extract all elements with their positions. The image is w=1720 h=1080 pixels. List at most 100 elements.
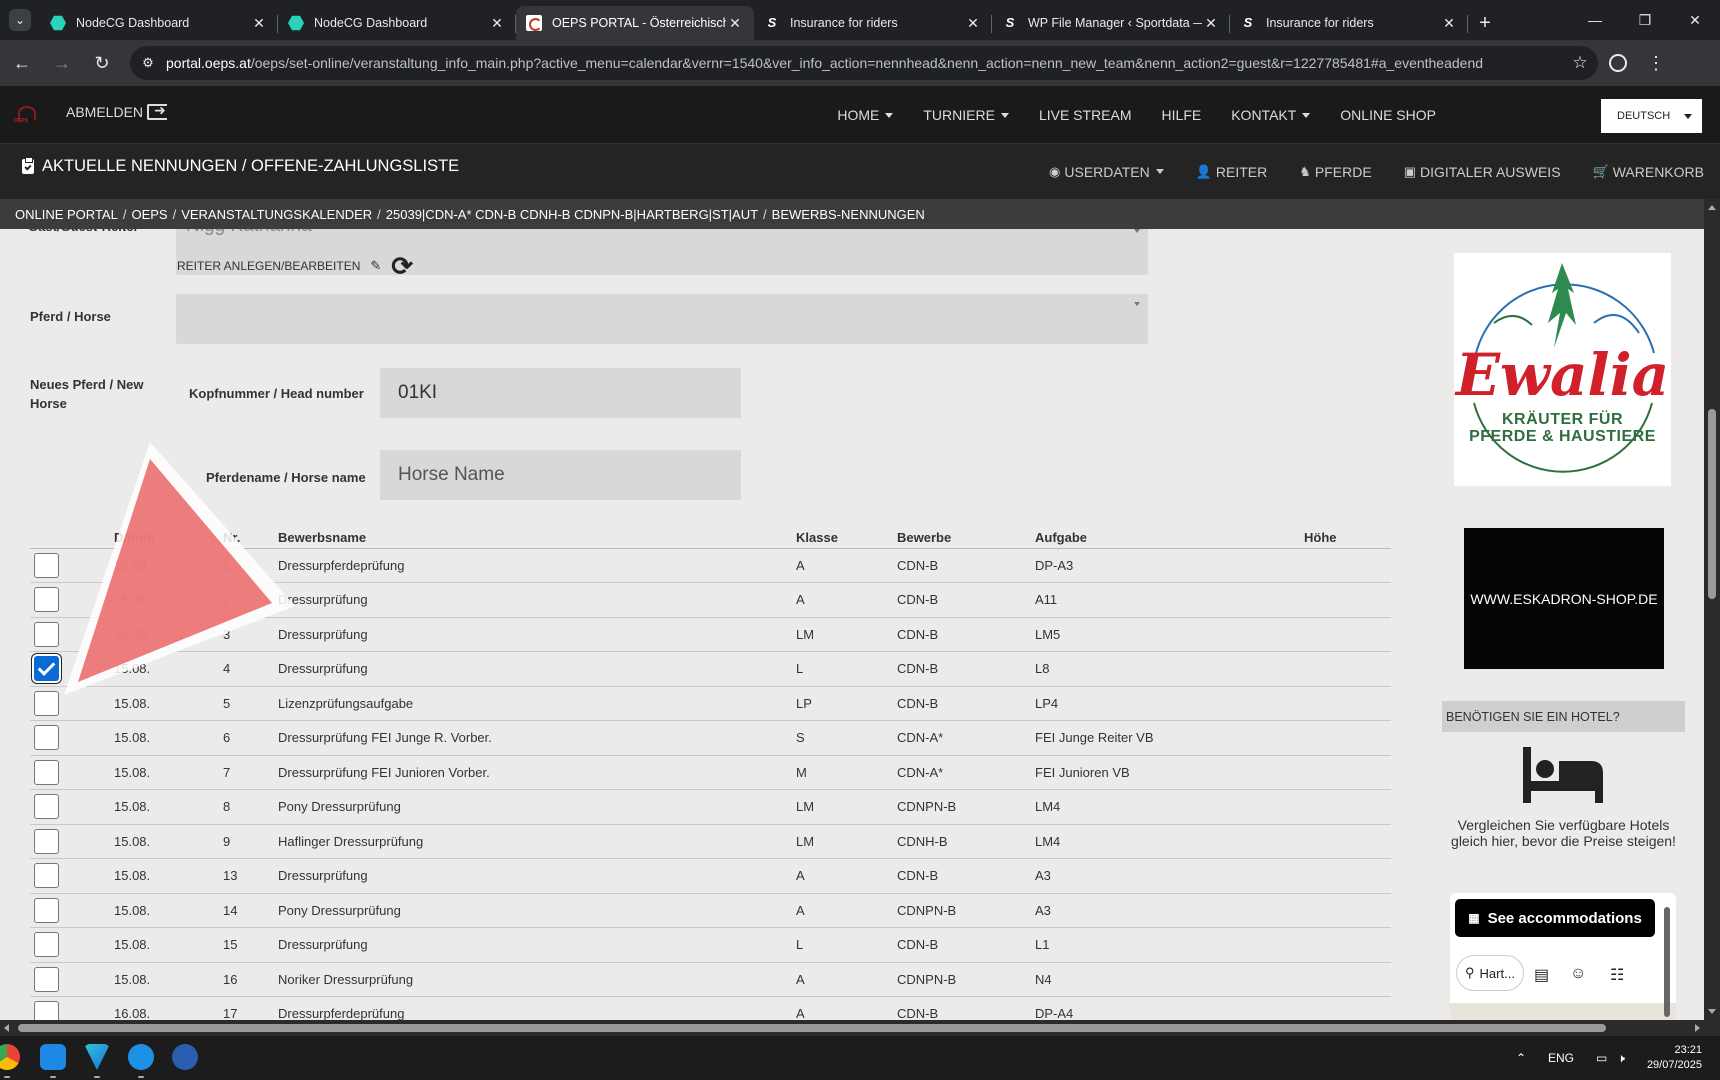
close-tab-icon[interactable]: ✕ — [250, 15, 268, 32]
nav-item-hilfe[interactable]: HILFE — [1162, 107, 1202, 123]
site-info-icon[interactable]: ⚙ — [130, 55, 166, 71]
breadcrumb-item[interactable]: BEWERBS-NENNUNGEN — [772, 207, 925, 222]
competition-checkbox[interactable] — [34, 863, 59, 889]
bookmark-star-icon[interactable]: ☆ — [1562, 53, 1598, 73]
vpn-icon[interactable] — [84, 1044, 110, 1070]
app-icon[interactable] — [172, 1044, 198, 1070]
close-tab-icon[interactable]: ✕ — [1440, 15, 1458, 32]
ewalia-ad[interactable]: Ewalia KRÄUTER FÜR PFERDE & HAUSTIERE — [1454, 253, 1671, 486]
competition-checkbox[interactable] — [34, 621, 59, 647]
scrollbar-thumb[interactable] — [18, 1024, 1606, 1032]
nav-item-live-stream[interactable]: LIVE STREAM — [1039, 107, 1132, 123]
browser-tab[interactable]: S Insurance for riders ✕ — [1230, 6, 1468, 40]
filters-icon[interactable]: ☷ — [1610, 965, 1624, 985]
subnav-item-userdaten[interactable]: ◉ USERDATEN — [1049, 164, 1164, 180]
caret-down-icon — [1000, 112, 1009, 118]
competition-checkbox[interactable] — [34, 897, 59, 923]
new-tab-button[interactable]: + — [1468, 6, 1502, 40]
browser-tab[interactable]: S Insurance for riders ✕ — [754, 6, 992, 40]
scrollbar-thumb[interactable] — [1708, 409, 1716, 599]
nav-item-home[interactable]: HOME — [837, 107, 894, 123]
competition-checkbox[interactable] — [34, 656, 59, 682]
subnav-item-reiter[interactable]: 👤 REITER — [1196, 164, 1268, 180]
rider-create-edit-link[interactable]: REITER ANLEGEN/BEARBEITEN — [177, 259, 360, 273]
eskadron-ad[interactable]: WWW.ESKADRON-SHOP.DE — [1464, 528, 1664, 669]
subnav-item-digitaler-ausweis[interactable]: ▣ DIGITALER AUSWEIS — [1404, 164, 1561, 180]
cell-klasse: LM — [796, 824, 897, 859]
competition-checkbox[interactable] — [34, 828, 59, 854]
url-input[interactable]: ⚙ portal.oeps.at/oeps/set-online/veranst… — [130, 46, 1598, 80]
back-button[interactable]: ← — [4, 45, 40, 81]
nav-item-kontakt[interactable]: KONTAKT — [1231, 107, 1311, 123]
competition-checkbox[interactable] — [34, 794, 59, 820]
cell-bewerbe: CDN-B — [897, 582, 1035, 618]
browser-tab[interactable]: OEPS PORTAL - Österreichische ✕ — [516, 6, 754, 40]
browser-tab[interactable]: NodeCG Dashboard ✕ — [40, 6, 278, 40]
breadcrumb-item[interactable]: 25039|CDN-A* CDN-B CDNH-B CDNPN-B|HARTBE… — [386, 207, 758, 222]
browser-tab[interactable]: NodeCG Dashboard ✕ — [278, 6, 516, 40]
breadcrumb-item[interactable]: OEPS — [131, 207, 167, 222]
competition-checkbox[interactable] — [34, 552, 59, 578]
chrome-icon[interactable] — [0, 1044, 20, 1070]
browser-menu-icon[interactable]: ⋮ — [1638, 53, 1674, 74]
nav-item-turniere[interactable]: TURNIERE — [923, 107, 1009, 123]
tab-search-button[interactable]: ⌄ — [0, 0, 40, 40]
close-window-icon[interactable]: ✕ — [1670, 0, 1720, 40]
caret-down-icon — [885, 112, 894, 118]
scroll-left-icon[interactable] — [4, 1024, 9, 1032]
destination-search[interactable]: ⚲ Hart... — [1456, 955, 1524, 991]
calendar-icon[interactable]: ▤ — [1534, 965, 1549, 985]
subnav-item-pferde[interactable]: ♞ PFERDE — [1299, 164, 1371, 180]
language-select[interactable]: DEUTSCH — [1601, 99, 1702, 133]
scroll-down-icon[interactable] — [1708, 1009, 1716, 1014]
minimize-icon[interactable]: — — [1570, 0, 1620, 40]
input-language[interactable]: ENG — [1548, 1051, 1574, 1065]
oeps-logo[interactable] — [14, 104, 38, 126]
close-tab-icon[interactable]: ✕ — [488, 15, 506, 32]
guests-icon[interactable]: ☺ — [1570, 965, 1586, 983]
close-tab-icon[interactable]: ✕ — [964, 15, 982, 32]
logout-link[interactable]: ABMELDEN — [66, 102, 168, 120]
close-tab-icon[interactable]: ✕ — [1202, 15, 1220, 32]
breadcrumb-item[interactable]: ONLINE PORTAL — [15, 207, 118, 222]
app-icon[interactable] — [40, 1044, 66, 1070]
cell-datum: 16.08. — [114, 996, 223, 1020]
profile-button[interactable] — [1598, 45, 1638, 81]
breadcrumb-item[interactable]: VERANSTALTUNGSKALENDER — [181, 207, 372, 222]
horse-select[interactable] — [176, 294, 1148, 344]
competition-checkbox[interactable] — [34, 932, 59, 958]
competition-checkbox[interactable] — [34, 1001, 59, 1020]
see-accommodations-button[interactable]: ▦ See accommodations — [1455, 899, 1655, 937]
select-cell — [30, 548, 114, 583]
column-header: Datum — [114, 525, 223, 549]
nav-item-online-shop[interactable]: ONLINE SHOP — [1340, 107, 1436, 123]
horse-name-field[interactable]: Horse Name — [380, 450, 741, 500]
display-icon[interactable]: ▭ — [1596, 1051, 1607, 1065]
scroll-right-icon[interactable] — [1695, 1024, 1700, 1032]
volume-muted-icon[interactable]: 🕨 — [1617, 1051, 1625, 1066]
edit-icon[interactable]: ✎ — [370, 258, 381, 274]
head-number-field[interactable]: 01KI — [380, 368, 741, 418]
cell-klasse: LP — [796, 686, 897, 721]
restore-icon[interactable]: ❐ — [1620, 0, 1670, 40]
docker-icon[interactable] — [128, 1044, 154, 1070]
competition-checkbox[interactable] — [34, 587, 59, 613]
horizontal-scrollbar[interactable] — [0, 1020, 1704, 1036]
browser-tab[interactable]: S WP File Manager ‹ Sportdata — ✕ — [992, 6, 1230, 40]
subnav-item-warenkorb[interactable]: 🛒 WARENKORB — [1593, 164, 1704, 180]
close-tab-icon[interactable]: ✕ — [726, 15, 744, 32]
reload-button[interactable]: ↻ — [84, 45, 120, 81]
competition-checkbox[interactable] — [34, 725, 59, 751]
widget-scrollbar[interactable] — [1664, 907, 1670, 1017]
competition-checkbox[interactable] — [34, 966, 59, 992]
tray-expand-icon[interactable]: ⌃ — [1516, 1051, 1526, 1065]
cell-klasse: A — [796, 548, 897, 583]
competition-checkbox[interactable] — [34, 690, 59, 716]
competition-checkbox[interactable] — [34, 759, 59, 785]
clock-date: 29/07/2025 — [1646, 1059, 1702, 1071]
clock[interactable]: 23:21 29/07/2025 — [1647, 1043, 1702, 1073]
scroll-up-icon[interactable] — [1708, 205, 1716, 210]
forward-button[interactable]: → — [44, 45, 80, 81]
vertical-scrollbar[interactable] — [1704, 199, 1720, 1020]
refresh-icon[interactable]: ⟳ — [391, 253, 413, 279]
